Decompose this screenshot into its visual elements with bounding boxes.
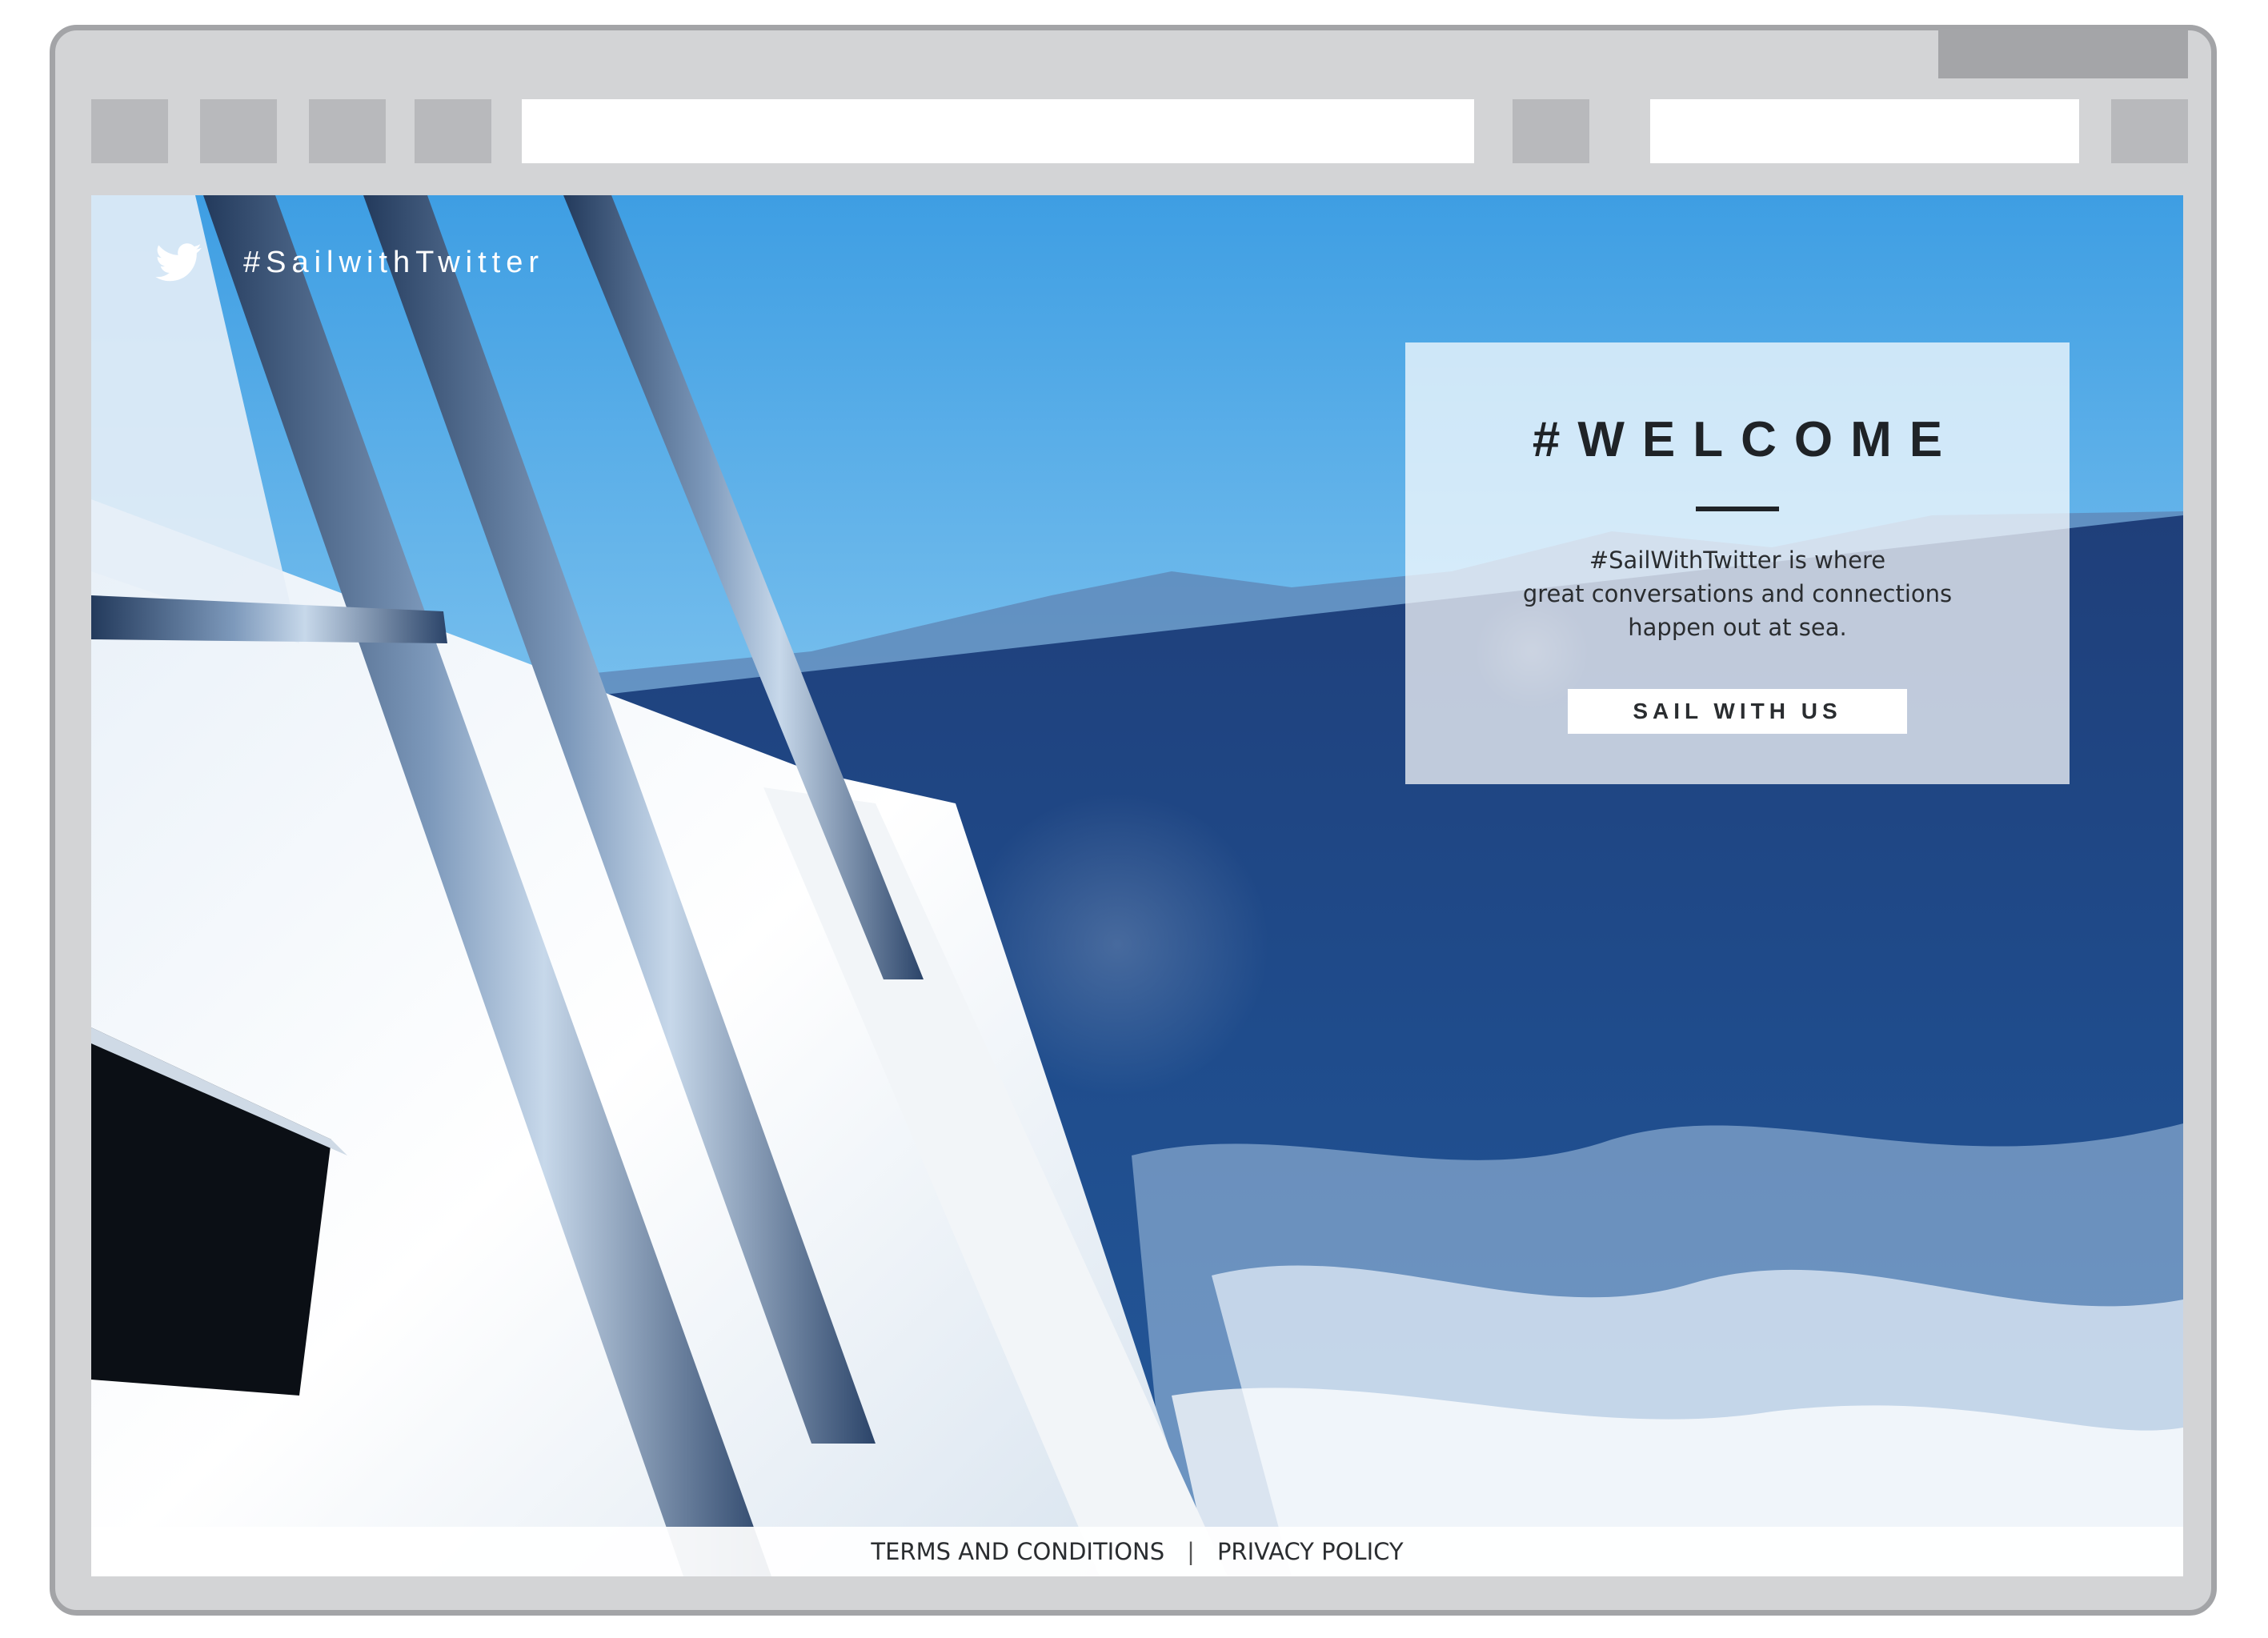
browser-search-input[interactable] [1650, 99, 2079, 163]
privacy-link[interactable]: PRIVACY POLICY [1217, 1538, 1404, 1565]
description-line: happen out at sea. [1628, 614, 1847, 641]
forward-button[interactable] [200, 99, 277, 163]
welcome-title: #WELCOME [1532, 412, 1961, 467]
window-corner-tab[interactable] [1938, 29, 2188, 78]
back-button[interactable] [91, 99, 168, 163]
welcome-description: #SailWithTwitter is where great conversa… [1405, 543, 2070, 644]
description-line: #SailWithTwitter is where [1589, 547, 1886, 574]
bookmark-button[interactable] [1513, 99, 1589, 163]
brand-header: #SailwithTwitter [155, 243, 544, 282]
home-button[interactable] [415, 99, 491, 163]
description-line: great conversations and connections [1522, 580, 1953, 607]
brand-hashtag: #SailwithTwitter [243, 245, 544, 279]
welcome-card: #WELCOME #SailWithTwitter is where great… [1405, 342, 2070, 784]
title-divider [1696, 507, 1779, 511]
reload-button[interactable] [309, 99, 386, 163]
page-footer: TERMS AND CONDITIONS | PRIVACY POLICY [91, 1527, 2183, 1576]
address-bar[interactable] [522, 99, 1474, 163]
terms-link[interactable]: TERMS AND CONDITIONS [871, 1538, 1164, 1565]
menu-button[interactable] [2111, 99, 2188, 163]
page-viewport: #SailwithTwitter #WELCOME #SailWithTwitt… [91, 195, 2183, 1576]
sail-with-us-button[interactable]: SAIL WITH US [1568, 689, 1907, 734]
twitter-bird-icon[interactable] [155, 243, 202, 282]
footer-separator: | [1187, 1538, 1195, 1565]
